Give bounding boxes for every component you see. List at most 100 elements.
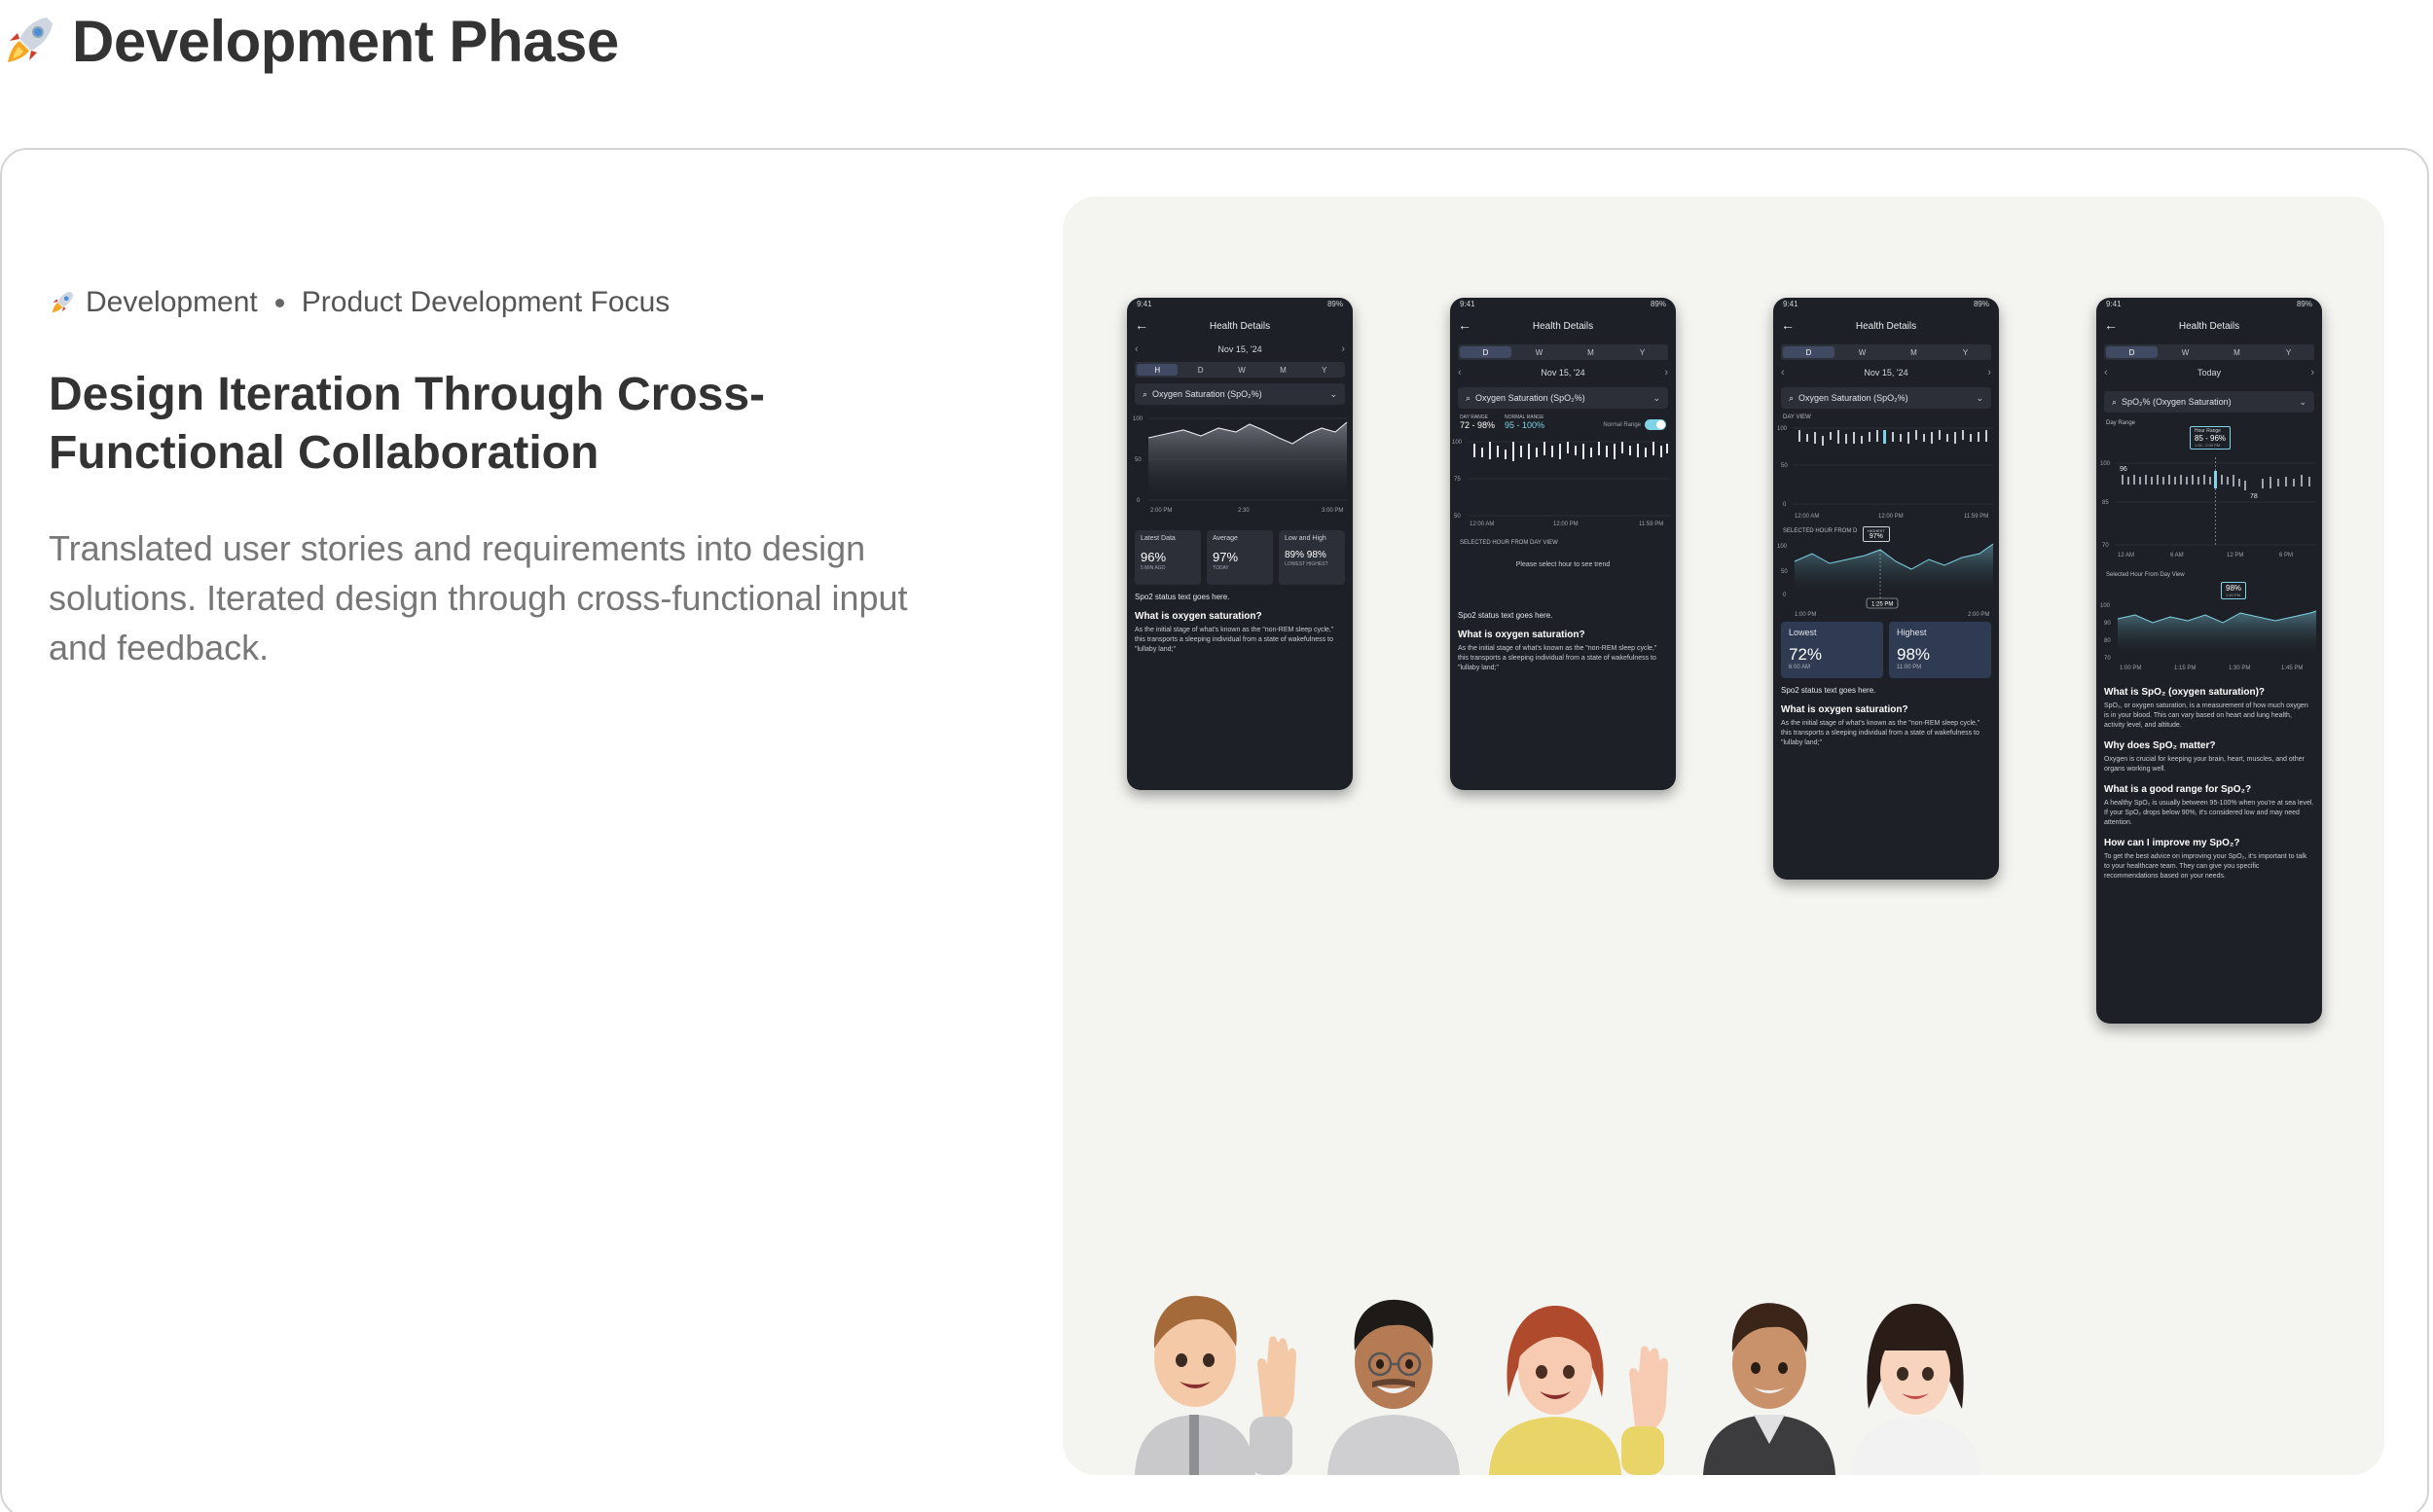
normal-range-toggle-row: Normal Range (1603, 419, 1666, 430)
y-tick: 0 (1137, 498, 1141, 504)
normal-range-toggle[interactable] (1645, 419, 1666, 430)
day-range-value: 72 - 98% (1460, 420, 1496, 430)
spo2-day-chart: 100 50 0 12:00 AM 12:00 PM 11:59 PM (1777, 426, 1993, 520)
tab-month[interactable]: M (1888, 344, 1940, 360)
tab-hour[interactable]: H (1137, 364, 1179, 376)
phone-mockup-2: 9:41 89% ← Health Details D W M Y ‹ Nov … (1450, 298, 1676, 790)
chevron-left-icon[interactable]: ‹ (1781, 367, 1785, 378)
tab-week[interactable]: W (1221, 362, 1262, 378)
rocket-icon (8, 18, 53, 62)
tab-day[interactable]: D (1460, 346, 1511, 358)
x-tick: 6 AM (2170, 553, 2184, 558)
faq-question: What is SpO₂ (oxygen saturation)? (2104, 687, 2266, 698)
x-tick: 1:15 PM (2174, 666, 2196, 671)
chevron-right-icon[interactable]: › (1341, 343, 1345, 355)
tab-month[interactable]: M (2211, 344, 2263, 360)
y-tick: 100 (1777, 426, 1788, 432)
faq-answer: Oxygen is crucial for keeping your brain… (2104, 756, 2305, 773)
chevron-left-icon[interactable]: ‹ (1135, 343, 1139, 355)
select-hour-hint: Please select hour to see trend (1515, 561, 1611, 568)
selected-hour-section: Selected Hour From Day View 98% 1:40 PM … (2096, 572, 2322, 673)
y-tick: 50 (1454, 514, 1461, 520)
stat-value: 98% (1897, 645, 1931, 664)
x-tick: 3:00 PM (1322, 508, 1343, 514)
back-arrow-icon[interactable]: ← (1781, 317, 1795, 333)
back-arrow-icon[interactable]: ← (1458, 317, 1471, 333)
spo2-area-chart: 100 50 0 2:00 PM 2:30 3:00 PM (1133, 416, 1348, 514)
metric-select[interactable]: ⌕ SpO₂% (Oxygen Saturation) ⌄ (2104, 391, 2314, 413)
chevron-down-icon: ⌄ (1329, 388, 1337, 399)
marker-78: 78 (2250, 493, 2258, 500)
faq-answer: To get the best advice on improving your… (2104, 853, 2307, 880)
stat-card-highest: Highest 98% 11:00 PM (1889, 622, 1991, 678)
metric-select[interactable]: ⌕ Oxygen Saturation (SpO₂%) ⌄ (1458, 387, 1668, 409)
text-column: Development Product Development Focus De… (49, 286, 954, 672)
metric-select[interactable]: ⌕ Oxygen Saturation (SpO₂%) ⌄ (1781, 387, 1991, 409)
tab-day[interactable]: D (2106, 346, 2158, 358)
stat-title: Low and High (1285, 535, 1326, 542)
x-tick: 11:59 PM (1964, 514, 1988, 520)
team-avatar-1 (1135, 1295, 1296, 1475)
tooltip-value: 98% (2226, 584, 2242, 593)
date-label: Nov 15, '24 (1541, 368, 1585, 378)
rocket-icon (52, 291, 74, 313)
faq-question: What is oxygen saturation? (1135, 611, 1262, 622)
faq-answer: SpO₂, or oxygen saturation, is a measure… (2104, 702, 2308, 729)
time-marker: 1:25 PM (1871, 602, 1893, 608)
chevron-right-icon[interactable]: › (1664, 367, 1668, 378)
status-time: 9:41 (2106, 300, 2122, 308)
tab-year[interactable]: Y (1304, 362, 1345, 378)
selected-bar (1883, 430, 1886, 444)
chevron-left-icon[interactable]: ‹ (1458, 367, 1462, 378)
spo2-hour-chart: 100 50 0 1:25 PM 1:00 PM 2:00 PM (1777, 543, 1994, 618)
back-arrow-icon[interactable]: ← (2104, 317, 2118, 333)
x-tick: 1:00 PM (1795, 612, 1816, 618)
tab-week[interactable]: W (2160, 344, 2211, 360)
stat-value: 89% 98% (1285, 550, 1326, 560)
stat-sub: 5 MIN AGO (1141, 565, 1166, 571)
tab-month[interactable]: M (1262, 362, 1303, 378)
x-tick: 2:00 PM (1150, 508, 1172, 514)
range-tabs: D W M Y (2104, 344, 2314, 360)
faq-question: What is oxygen saturation? (1458, 630, 1585, 640)
y-tick: 80 (2104, 638, 2111, 644)
status-text: Spo2 status text goes here. (1781, 686, 1876, 695)
spo2-hour-chart: 100 90 80 70 1:00 PM 1:15 PM 1:30 PM 1:4… (2100, 603, 2317, 671)
nav-bar: ← Health Details (1450, 311, 1676, 341)
stat-value: 96% (1141, 550, 1167, 564)
screen-title: Health Details (2178, 320, 2240, 332)
stat-value: 72% (1789, 645, 1823, 664)
back-arrow-icon[interactable]: ← (1135, 317, 1148, 333)
faq-answer: As the initial stage of what's known as … (1781, 720, 1980, 746)
stat-card-low-high: Low and High 89% 98% LOWEST HIGHEST (1279, 530, 1345, 585)
range-tabs: H D W M Y (1135, 362, 1345, 378)
x-tick: 12 AM (2118, 553, 2134, 558)
tab-week[interactable]: W (1836, 344, 1888, 360)
chevron-left-icon[interactable]: ‹ (2104, 367, 2108, 378)
chevron-right-icon[interactable]: › (2310, 367, 2314, 378)
date-navigator: ‹ Today › (2096, 364, 2322, 381)
chevron-down-icon: ⌄ (2299, 396, 2306, 407)
tab-day[interactable]: D (1783, 346, 1834, 358)
focus-label: Product Development Focus (301, 286, 671, 318)
metric-select[interactable]: ⌕ Oxygen Saturation (SpO₂%) ⌄ (1135, 383, 1345, 405)
screen-title: Health Details (1532, 320, 1594, 332)
toggle-label: Normal Range (1603, 421, 1641, 428)
metric-label: Oxygen Saturation (SpO₂%) (1475, 393, 1585, 403)
tab-week[interactable]: W (1513, 344, 1565, 360)
y-tick: 0 (1783, 593, 1787, 598)
status-text: Spo2 status text goes here. (1458, 611, 1553, 620)
range-tabs: D W M Y (1458, 344, 1668, 360)
stat-title: Average (1213, 535, 1238, 542)
nav-bar: ← Health Details (1773, 311, 1999, 341)
tab-day[interactable]: D (1180, 362, 1220, 378)
stat-title: Lowest (1789, 628, 1817, 637)
tab-year[interactable]: Y (1616, 344, 1668, 360)
tab-year[interactable]: Y (1940, 344, 1991, 360)
tab-month[interactable]: M (1565, 344, 1616, 360)
battery-label: 89% (2296, 300, 2312, 308)
tab-year[interactable]: Y (2263, 344, 2314, 360)
chevron-right-icon[interactable]: › (1987, 367, 1991, 378)
stat-title: Highest (1897, 628, 1927, 637)
search-icon: ⌕ (1143, 388, 1148, 399)
